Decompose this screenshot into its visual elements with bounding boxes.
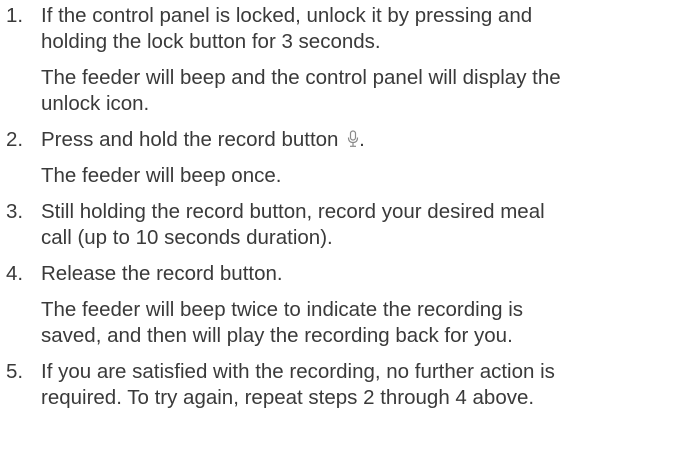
step-3: 3. Still holding the record button, reco… (0, 199, 685, 251)
step-result: The feeder will beep once. (41, 163, 685, 189)
step-4: 4. Release the record button. The feeder… (0, 261, 685, 349)
step-result: The feeder will beep and the control pan… (41, 65, 685, 117)
step-suffix: . (359, 128, 365, 151)
step-number: 1. (6, 4, 24, 27)
microphone-icon (347, 129, 359, 147)
step-text-line: Release the record button. (41, 262, 283, 285)
result-text-line: saved, and then will play the recording … (41, 324, 513, 347)
step-number: 2. (6, 128, 24, 151)
result-text-line: unlock icon. (41, 92, 150, 115)
step-number: 4. (6, 262, 24, 285)
step-result: The feeder will beep twice to indicate t… (41, 297, 685, 349)
step-text-line: Press and hold the record button . (41, 127, 685, 153)
step-text: Press and hold the record button (41, 128, 345, 151)
step-number: 5. (6, 360, 24, 383)
step-1: 1. If the control panel is locked, unloc… (0, 3, 685, 117)
step-text-line: holding the lock button for 3 seconds. (41, 30, 381, 53)
step-5: 5. If you are satisfied with the recordi… (0, 359, 685, 411)
step-number: 3. (6, 200, 24, 223)
step-text-line: If the control panel is locked, unlock i… (41, 4, 533, 27)
result-text-line: The feeder will beep once. (41, 164, 282, 187)
result-text-line: The feeder will beep and the control pan… (41, 66, 561, 89)
step-text-line: required. To try again, repeat steps 2 t… (41, 386, 535, 409)
step-text-line: If you are satisfied with the recording,… (41, 360, 555, 383)
step-2: 2. Press and hold the record button . Th… (0, 127, 685, 189)
instruction-steps: 1. If the control panel is locked, unloc… (0, 3, 685, 411)
result-text-line: The feeder will beep twice to indicate t… (41, 298, 524, 321)
step-text-line: Still holding the record button, record … (41, 200, 545, 223)
step-text-line: call (up to 10 seconds duration). (41, 226, 333, 249)
